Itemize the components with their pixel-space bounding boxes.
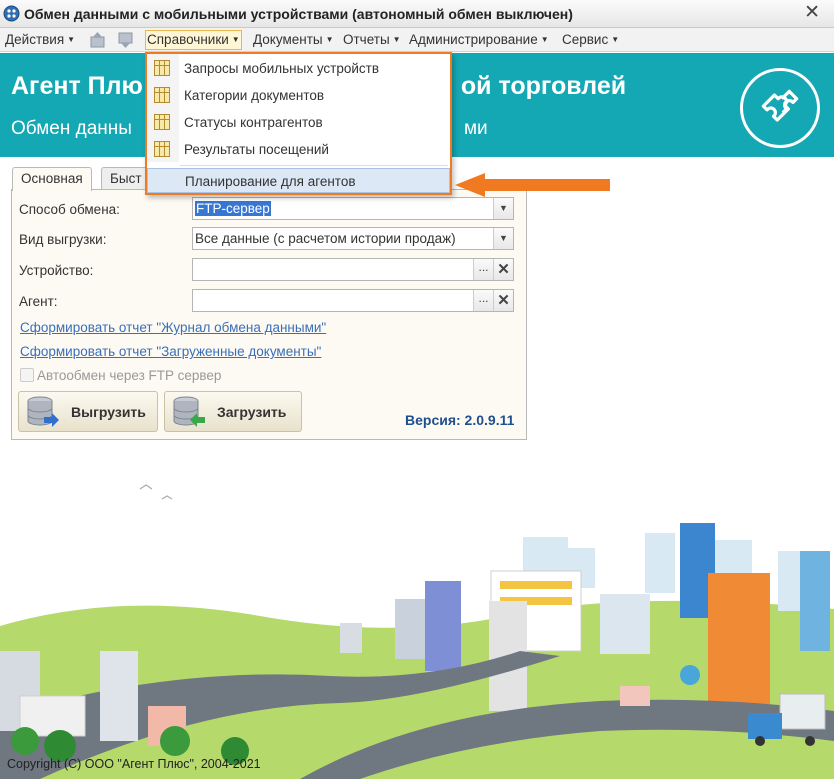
banner-subtitle-left: Обмен данны bbox=[11, 118, 132, 139]
database-upload-icon bbox=[27, 396, 59, 427]
menu-reports-label: Отчеты bbox=[343, 32, 390, 47]
menu-item-label: Статусы контрагентов bbox=[184, 115, 323, 130]
app-globe-icon bbox=[3, 5, 20, 22]
city-landscape-illustration bbox=[0, 484, 834, 779]
menu-reports[interactable]: Отчеты ▼ bbox=[343, 31, 401, 49]
menu-item-counterparty-statuses[interactable]: Статусы контрагентов bbox=[147, 110, 450, 135]
chevron-down-icon: ▼ bbox=[611, 35, 620, 44]
chevron-down-icon: ▼ bbox=[392, 35, 401, 44]
close-icon[interactable]: ✕ bbox=[804, 2, 820, 24]
select-ellipsis-icon[interactable]: ... bbox=[473, 290, 493, 311]
version-label: Версия: 2.0.9.11 bbox=[405, 412, 515, 428]
table-icon bbox=[154, 141, 170, 157]
menu-administration-label: Администрирование bbox=[409, 32, 538, 47]
upload-button[interactable]: Выгрузить bbox=[18, 391, 158, 432]
upload-button-label: Выгрузить bbox=[71, 404, 146, 420]
puzzle-icon bbox=[740, 68, 820, 148]
download-icon[interactable] bbox=[116, 31, 136, 49]
table-icon bbox=[154, 114, 170, 130]
banner-title-left: Агент Плю bbox=[11, 72, 143, 100]
menu-actions-label: Действия bbox=[5, 32, 65, 47]
clear-icon[interactable]: ✕ bbox=[493, 290, 513, 311]
exchange-log-report-link[interactable]: Сформировать отчет "Журнал обмена данным… bbox=[20, 320, 326, 335]
download-button[interactable]: Загрузить bbox=[164, 391, 302, 432]
table-icon bbox=[154, 60, 170, 76]
clear-icon[interactable]: ✕ bbox=[493, 259, 513, 280]
chevron-down-icon: ▼ bbox=[325, 35, 334, 44]
menu-directories-label: Справочники bbox=[147, 32, 229, 47]
device-field[interactable]: ... ✕ bbox=[192, 258, 514, 281]
copyright-text: Copyright (C) ООО "Агент Плюс", 2004-202… bbox=[7, 757, 261, 771]
directories-dropdown-menu: Запросы мобильных устройств Категории до… bbox=[145, 52, 452, 195]
exchange-method-value: FTP-сервер bbox=[195, 201, 271, 216]
title-bar: Обмен данными с мобильными устройствами … bbox=[0, 0, 834, 28]
menu-item-visit-results[interactable]: Результаты посещений bbox=[147, 137, 450, 162]
menu-actions[interactable]: Действия ▼ bbox=[5, 31, 75, 49]
device-label: Устройство: bbox=[19, 263, 94, 278]
menu-item-agent-planning[interactable]: Планирование для агентов bbox=[147, 168, 450, 193]
chevron-down-icon: ▼ bbox=[67, 35, 76, 44]
menu-item-document-categories[interactable]: Категории документов bbox=[147, 83, 450, 108]
table-icon bbox=[154, 87, 170, 103]
menu-item-label: Запросы мобильных устройств bbox=[184, 61, 380, 76]
loaded-docs-report-link[interactable]: Сформировать отчет "Загруженные документ… bbox=[20, 344, 321, 359]
export-type-value: Все данные (с расчетом истории продаж) bbox=[195, 231, 456, 246]
menu-item-label: Планирование для агентов bbox=[185, 174, 356, 189]
upload-icon[interactable] bbox=[88, 31, 108, 49]
menu-directories[interactable]: Справочники ▼ bbox=[145, 30, 242, 50]
banner-subtitle-right: ми bbox=[463, 118, 488, 139]
exchange-method-select[interactable]: FTP-сервер ▼ bbox=[192, 197, 514, 220]
menu-administration[interactable]: Администрирование ▼ bbox=[409, 31, 549, 49]
exchange-method-label: Способ обмена: bbox=[19, 202, 120, 217]
tab-main[interactable]: Основная bbox=[12, 167, 92, 191]
auto-exchange-label: Автообмен через FTP сервер bbox=[37, 368, 222, 383]
chevron-down-icon: ▼ bbox=[231, 35, 240, 44]
menu-bar: Действия ▼ Справочники ▼ Документы ▼ Отчеты… bbox=[0, 28, 834, 52]
agent-field[interactable]: ... ✕ bbox=[192, 289, 514, 312]
menu-item-label: Категории документов bbox=[184, 88, 325, 103]
tab-quick[interactable]: Быст bbox=[101, 167, 149, 190]
banner-title-right: ой торговлей bbox=[460, 72, 627, 100]
download-button-label: Загрузить bbox=[217, 404, 287, 420]
agent-label: Агент: bbox=[19, 294, 58, 309]
menu-documents-label: Документы bbox=[253, 32, 323, 47]
export-type-label: Вид выгрузки: bbox=[19, 232, 107, 247]
select-ellipsis-icon[interactable]: ... bbox=[473, 259, 493, 280]
menu-item-mobile-requests[interactable]: Запросы мобильных устройств bbox=[147, 56, 450, 81]
auto-exchange-checkbox[interactable] bbox=[20, 368, 34, 382]
database-download-icon bbox=[173, 396, 205, 427]
menu-item-label: Результаты посещений bbox=[184, 142, 329, 157]
menu-documents[interactable]: Документы ▼ bbox=[253, 31, 334, 49]
export-type-select[interactable]: Все данные (с расчетом истории продаж) ▼ bbox=[192, 227, 514, 250]
chevron-down-icon[interactable]: ▼ bbox=[493, 228, 513, 249]
menu-separator bbox=[180, 165, 448, 166]
chevron-down-icon: ▼ bbox=[540, 35, 549, 44]
menu-service[interactable]: Сервис ▼ bbox=[562, 31, 619, 49]
annotation-arrow-icon bbox=[455, 173, 610, 197]
window-title: Обмен данными с мобильными устройствами … bbox=[24, 6, 573, 22]
chevron-down-icon[interactable]: ▼ bbox=[493, 198, 513, 219]
menu-service-label: Сервис bbox=[562, 32, 609, 47]
